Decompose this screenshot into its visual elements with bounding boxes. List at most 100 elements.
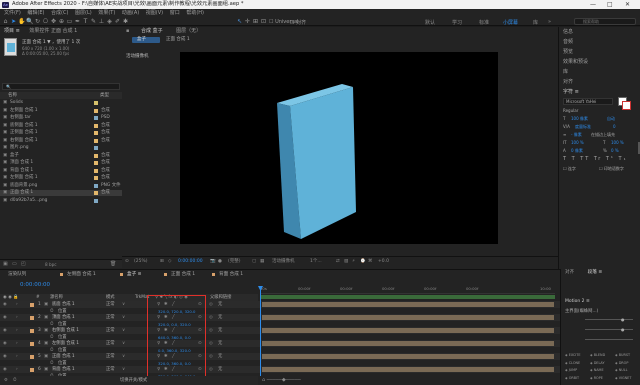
font-family-dropdown[interactable]: Microsoft YaHei [563,98,613,105]
column-parent[interactable]: 父级和链接 [210,294,231,301]
motion-button-burst[interactable]: ◈ BURST [615,353,630,357]
comp-timecode[interactable]: 0:00:00:00 [178,257,203,266]
help-search-input[interactable]: 搜索帮助 [574,18,636,25]
layer-duration-bar[interactable] [262,341,554,346]
tsume-value[interactable]: 0 % [611,148,619,153]
project-item[interactable]: ▣ 正面 合成 1 合成 [0,190,122,196]
baseline-shift-value[interactable]: 0 像素 [571,148,583,154]
tracking-value[interactable]: 0 [613,124,616,129]
item-label-swatch[interactable] [94,168,98,173]
stroke-color-swatch[interactable] [622,101,631,110]
orbit-tool-icon[interactable]: ✥ [50,18,57,25]
project-item[interactable]: ▣ 图片.png [0,145,122,151]
item-label-swatch[interactable] [94,161,98,165]
menu-composition[interactable]: 合成(C) [51,10,68,16]
layer-duration-bar[interactable] [262,354,554,359]
panel-info[interactable]: 信息 [563,28,573,36]
item-label-swatch[interactable] [94,123,98,128]
project-item[interactable]: ▣ 盒子 合成 [0,153,122,159]
layer-duration-bar[interactable] [262,367,554,372]
menu-window[interactable]: 窗口 [170,10,180,16]
time-ruler[interactable]: 00s 00:00f 00:00f 00:00f 00:00f 00:00f 1… [260,286,555,294]
workspace-library[interactable]: 库 [533,19,538,26]
fast-preview-icon[interactable]: ⚡ [352,257,355,266]
camera-tool-icon[interactable]: ⎔ [42,18,49,25]
panel-audio[interactable]: 音频 [563,38,573,46]
new-folder-icon[interactable]: ▭ [12,261,17,267]
rectangle-tool-icon[interactable]: ▭ [66,18,73,25]
menu-layer[interactable]: 图层(L) [75,10,92,16]
motion-slider[interactable] [585,319,633,320]
motion-button-name[interactable]: ◈ NAME [590,368,604,372]
column-number[interactable]: # [36,294,40,301]
workspace-more-icon[interactable]: » [548,19,551,25]
motion-mode-dropdown[interactable]: 主界面(蜘蛛网...) [565,308,598,314]
stamp-tool-icon[interactable]: ⊥ [98,18,105,25]
layer-label-swatch[interactable] [30,354,34,359]
maximize-button[interactable]: □ [607,0,613,9]
workspace-small-screen[interactable]: 小屏幕 [503,19,518,26]
item-label-swatch[interactable] [94,138,98,143]
column-mode[interactable]: 模式 [106,294,115,301]
workspace-learn[interactable]: 学习 [452,19,462,26]
layer-duration-bar[interactable] [262,315,554,320]
roto-tool-icon[interactable]: ✐ [114,18,121,25]
selection-tool-icon[interactable]: ➤ [10,18,17,25]
motion-slider-knob[interactable]: ● [621,317,625,322]
project-item[interactable]: ▣ 背面 合成 1 合成 [0,168,122,174]
snapshot-icon[interactable]: 📷 [210,257,216,266]
layer-duration-bar[interactable] [262,302,554,307]
mask-icon[interactable]: ◇ [168,257,171,266]
brush-tool-icon[interactable]: ✎ [90,18,97,25]
always-preview-icon[interactable]: ⊙ [125,257,129,266]
home-icon[interactable]: ⌂ [2,18,9,25]
motion-button-clone[interactable]: ◈ CLONE [565,361,580,365]
project-search-input[interactable]: 🔍 [2,83,120,90]
item-label-swatch[interactable] [94,101,98,105]
text-style-buttons[interactable]: T T TT Tr T¹ T₁ [563,156,628,162]
item-label-swatch[interactable] [94,116,98,120]
leading-value[interactable]: 自动 [607,116,615,122]
project-item[interactable]: ▣ 左侧面 合成 1 合成 [0,175,122,181]
menu-view[interactable]: 视图(V) [146,10,163,16]
motion-button-blend[interactable]: ◈ BLEND [590,353,605,357]
motion-button-jump[interactable]: ◈ JUMP [565,368,577,372]
panel-effects-presets[interactable]: 效果和预设 [563,58,588,66]
project-item[interactable]: ▣ 底面背景.png PNG 文件 [0,183,122,189]
transparency-icon[interactable]: ▦ [260,257,264,266]
column-name[interactable]: 名称 [8,92,17,99]
item-label-swatch[interactable] [94,146,98,150]
exposure-value[interactable]: +0.0 [378,257,389,266]
tab-effect-controls[interactable]: 效果控件 正面 合成 1 [29,28,77,34]
pointer-tool-icon[interactable]: ↖ [236,18,243,25]
stroke-mode-dropdown[interactable]: 在描边上填充 [591,132,615,138]
tab-project[interactable]: 项目 ≡ [4,28,20,34]
stroke-width-value[interactable]: - 像素 [571,132,582,138]
vertical-scale-value[interactable]: 100 % [571,140,584,145]
view-layout-dropdown[interactable]: 1个... [310,257,322,266]
project-item[interactable]: ▣ 顶面 合成 1 合成 [0,160,122,166]
layer-label-swatch[interactable] [30,328,34,333]
playhead[interactable] [260,286,261,376]
box-tool-icon[interactable]: ⊞ [252,18,259,25]
composition-viewer[interactable] [180,52,498,244]
layer-label-swatch[interactable] [30,367,34,372]
project-item[interactable]: ▣ d0a92b7a5...png [0,198,122,204]
motion-slider[interactable] [585,339,633,340]
font-size-value[interactable]: 100 像素 [571,116,588,122]
menu-edit[interactable]: 编辑(E) [27,10,44,16]
layer-duration-bar[interactable] [262,328,554,333]
region-icon[interactable]: ▢ [252,257,256,266]
workspace-standard[interactable]: 标准 [479,19,489,26]
hindi-digits-checkbox[interactable]: ☐ 印地语数字 [599,166,624,172]
item-label-swatch[interactable] [94,198,98,203]
motion-slider[interactable] [585,329,633,330]
eraser-tool-icon[interactable]: ◈ [106,18,113,25]
kerning-value[interactable]: 度量标准 [575,124,591,130]
item-label-swatch[interactable] [94,131,98,135]
motion-button-vignet[interactable]: ◈ VIGNET [615,376,631,380]
font-style-dropdown[interactable]: Regular [563,108,578,113]
hand-tool-icon[interactable]: ✋ [18,18,25,25]
frame-render-icon[interactable]: ⏱ [13,376,16,385]
timeline-zoom-slider[interactable]: ⌂ ─────◆───── [262,377,301,383]
